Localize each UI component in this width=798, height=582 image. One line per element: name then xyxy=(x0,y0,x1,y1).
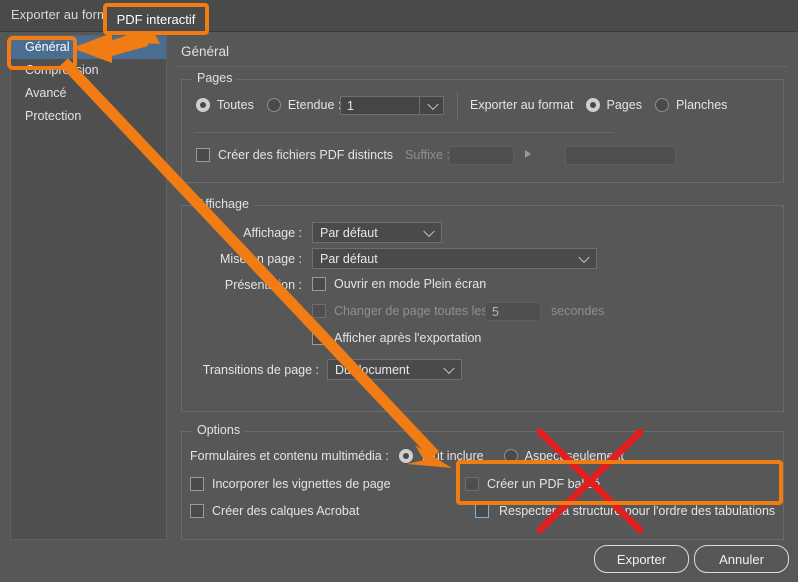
callout-label: PDF interactif xyxy=(116,11,196,27)
export-pdf-dialog: Exporter au format Général Compression A… xyxy=(0,0,798,582)
callout-pdf-interactif: PDF interactif xyxy=(103,3,209,35)
orange-arrow-long xyxy=(60,58,452,468)
highlight-ring-respecter-structure xyxy=(456,460,783,505)
highlight-ring-general xyxy=(7,36,77,70)
